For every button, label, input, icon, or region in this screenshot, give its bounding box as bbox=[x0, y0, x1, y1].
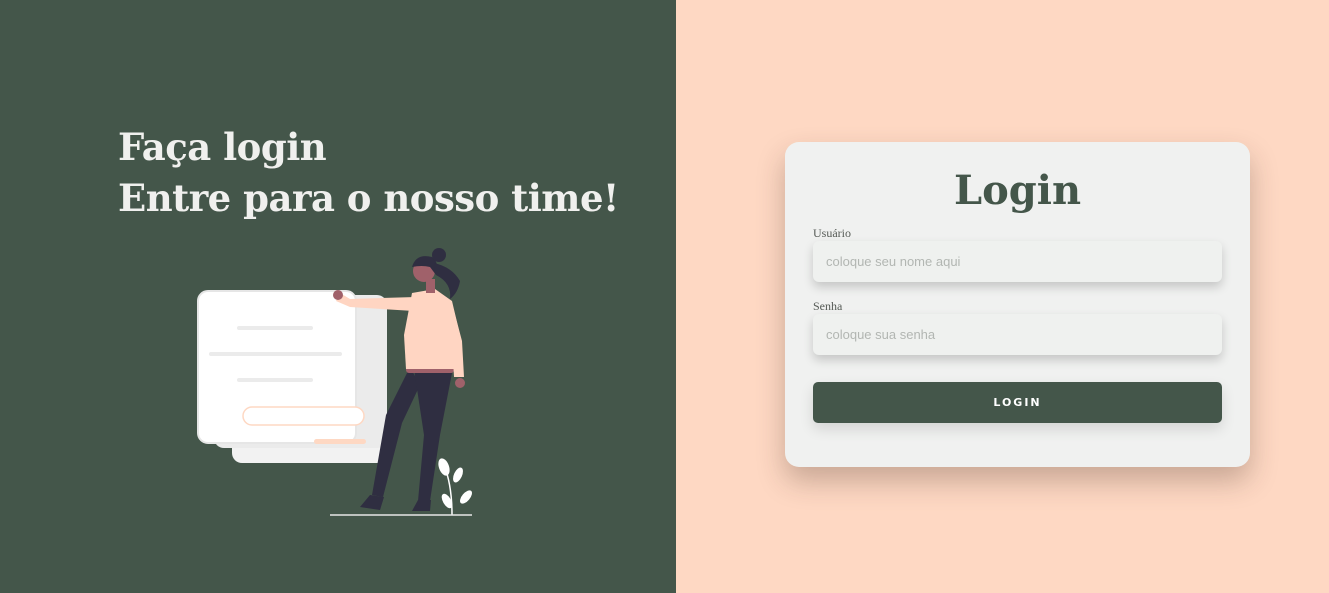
password-label: Senha bbox=[813, 299, 843, 313]
username-label: Usuário bbox=[813, 226, 851, 240]
left-panel: Faça login Entre para o nosso time! bbox=[0, 0, 676, 593]
hero-line-2: Entre para o nosso time! bbox=[118, 176, 619, 220]
login-button[interactable]: LOGIN bbox=[813, 382, 1222, 423]
plant-decoration bbox=[438, 458, 472, 516]
sheet-line bbox=[237, 378, 313, 382]
username-input[interactable] bbox=[813, 241, 1222, 282]
password-input[interactable] bbox=[813, 314, 1222, 355]
hero-line-1: Faça login bbox=[118, 125, 327, 169]
woman-with-form-illustration bbox=[197, 248, 472, 516]
sheet-button-outline bbox=[242, 406, 365, 426]
sheet-line bbox=[209, 352, 342, 356]
login-title: Login bbox=[953, 167, 1082, 214]
login-card: Login Usuário Senha LOGIN bbox=[785, 142, 1250, 467]
hero-heading: Faça login Entre para o nosso time! bbox=[118, 122, 619, 224]
sheet-accent bbox=[314, 439, 366, 444]
sheet-line bbox=[237, 326, 313, 330]
